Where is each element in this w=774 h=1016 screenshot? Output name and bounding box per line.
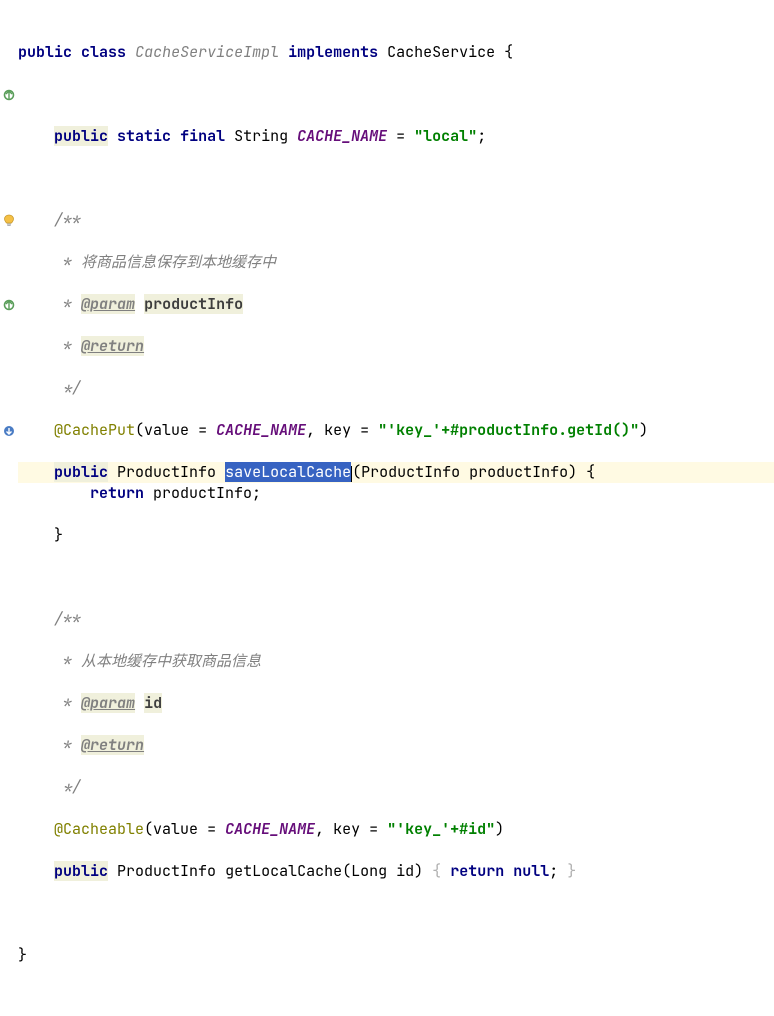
class-name: CacheServiceImpl [135, 42, 279, 62]
comment: * [54, 336, 81, 356]
code-line[interactable]: * 从本地缓存中获取商品信息 [18, 651, 774, 672]
method-name-selected: saveLocalCache [225, 462, 351, 482]
comment: /** [54, 609, 81, 629]
keyword: final [180, 126, 225, 146]
gutter-implements-icon[interactable] [0, 84, 18, 105]
interface-name: CacheService [387, 42, 495, 62]
annotation: @CachePut [54, 420, 135, 440]
string: "'key_'+#productInfo.getId()" [378, 420, 639, 440]
keyword: return [450, 861, 504, 881]
code-line[interactable]: * @param id [18, 693, 774, 714]
code-line[interactable] [18, 903, 774, 924]
doc-tag: @return [81, 735, 144, 755]
comment: * [54, 651, 81, 671]
param-name: productInfo [469, 462, 568, 482]
code-line[interactable]: return productInfo; [18, 483, 774, 504]
param-type: Long [351, 861, 387, 881]
code-line[interactable] [18, 567, 774, 588]
fold-brace[interactable]: { [432, 861, 441, 881]
keyword: static [117, 126, 171, 146]
doc-tag: @param [81, 294, 135, 314]
param-type: ProductInfo [361, 462, 460, 482]
param-name: id [396, 861, 414, 881]
comment: * [54, 294, 81, 314]
method-name: getLocalCache [225, 861, 342, 881]
code-area[interactable]: public class CacheServiceImpl implements… [18, 0, 774, 1016]
return-type: ProductInfo [117, 462, 216, 482]
fold-brace[interactable]: } [567, 861, 576, 881]
comment: */ [54, 378, 81, 398]
gutter-override-icon[interactable] [0, 420, 18, 441]
keyword: class [81, 42, 126, 62]
type: String [234, 126, 288, 146]
doc-tag: @return [81, 336, 144, 356]
string: "'key_'+#id" [387, 819, 495, 839]
code-line[interactable]: public static final String CACHE_NAME = … [18, 126, 774, 147]
code-line-highlighted[interactable]: public ProductInfo saveLocalCache(Produc… [18, 462, 774, 483]
code-line[interactable]: } [18, 945, 774, 966]
code-line[interactable] [18, 168, 774, 189]
code-editor[interactable]: public class CacheServiceImpl implements… [0, 0, 774, 1016]
gutter-implements-icon[interactable] [0, 294, 18, 315]
code-line[interactable]: /** [18, 210, 774, 231]
doc-param: id [144, 693, 162, 713]
comment: * [54, 735, 81, 755]
comment: /** [54, 210, 81, 230]
annotation: @Cacheable [54, 819, 144, 839]
string: "local" [414, 126, 477, 146]
code-line[interactable]: * @param productInfo [18, 294, 774, 315]
doc-tag: @param [81, 693, 135, 713]
code-line[interactable]: */ [18, 777, 774, 798]
keyword: return [90, 483, 144, 503]
comment: * [54, 252, 81, 272]
code-line[interactable]: @CachePut(value = CACHE_NAME, key = "'ke… [18, 420, 774, 441]
keyword: implements [288, 42, 378, 62]
constant-ref: CACHE_NAME [216, 420, 306, 440]
constant: CACHE_NAME [297, 126, 387, 146]
doc-param: productInfo [144, 294, 243, 314]
comment-text: 从本地缓存中获取商品信息 [81, 651, 261, 671]
comment: */ [54, 777, 81, 797]
keyword: public [18, 42, 72, 62]
code-line[interactable]: * @return [18, 336, 774, 357]
return-type: ProductInfo [117, 861, 216, 881]
code-line[interactable]: * 将商品信息保存到本地缓存中 [18, 252, 774, 273]
comment-text: 将商品信息保存到本地缓存中 [81, 252, 276, 272]
keyword: public [54, 462, 108, 482]
constant-ref: CACHE_NAME [225, 819, 315, 839]
code-line[interactable] [18, 84, 774, 105]
code-line[interactable]: public ProductInfo getLocalCache(Long id… [18, 861, 774, 882]
gutter-bulb-icon[interactable] [0, 210, 18, 231]
brace: } [18, 945, 27, 965]
keyword: public [54, 861, 108, 881]
brace: { [495, 42, 513, 62]
comment: * [54, 693, 81, 713]
code-line[interactable]: } [18, 525, 774, 546]
keyword: null [513, 861, 549, 881]
code-line[interactable]: /** [18, 609, 774, 630]
code-line[interactable]: */ [18, 378, 774, 399]
code-line[interactable]: * @return [18, 735, 774, 756]
keyword: public [54, 126, 108, 146]
brace: } [54, 525, 63, 545]
code-line[interactable]: public class CacheServiceImpl implements… [18, 42, 774, 63]
code-line[interactable]: @Cacheable(value = CACHE_NAME, key = "'k… [18, 819, 774, 840]
